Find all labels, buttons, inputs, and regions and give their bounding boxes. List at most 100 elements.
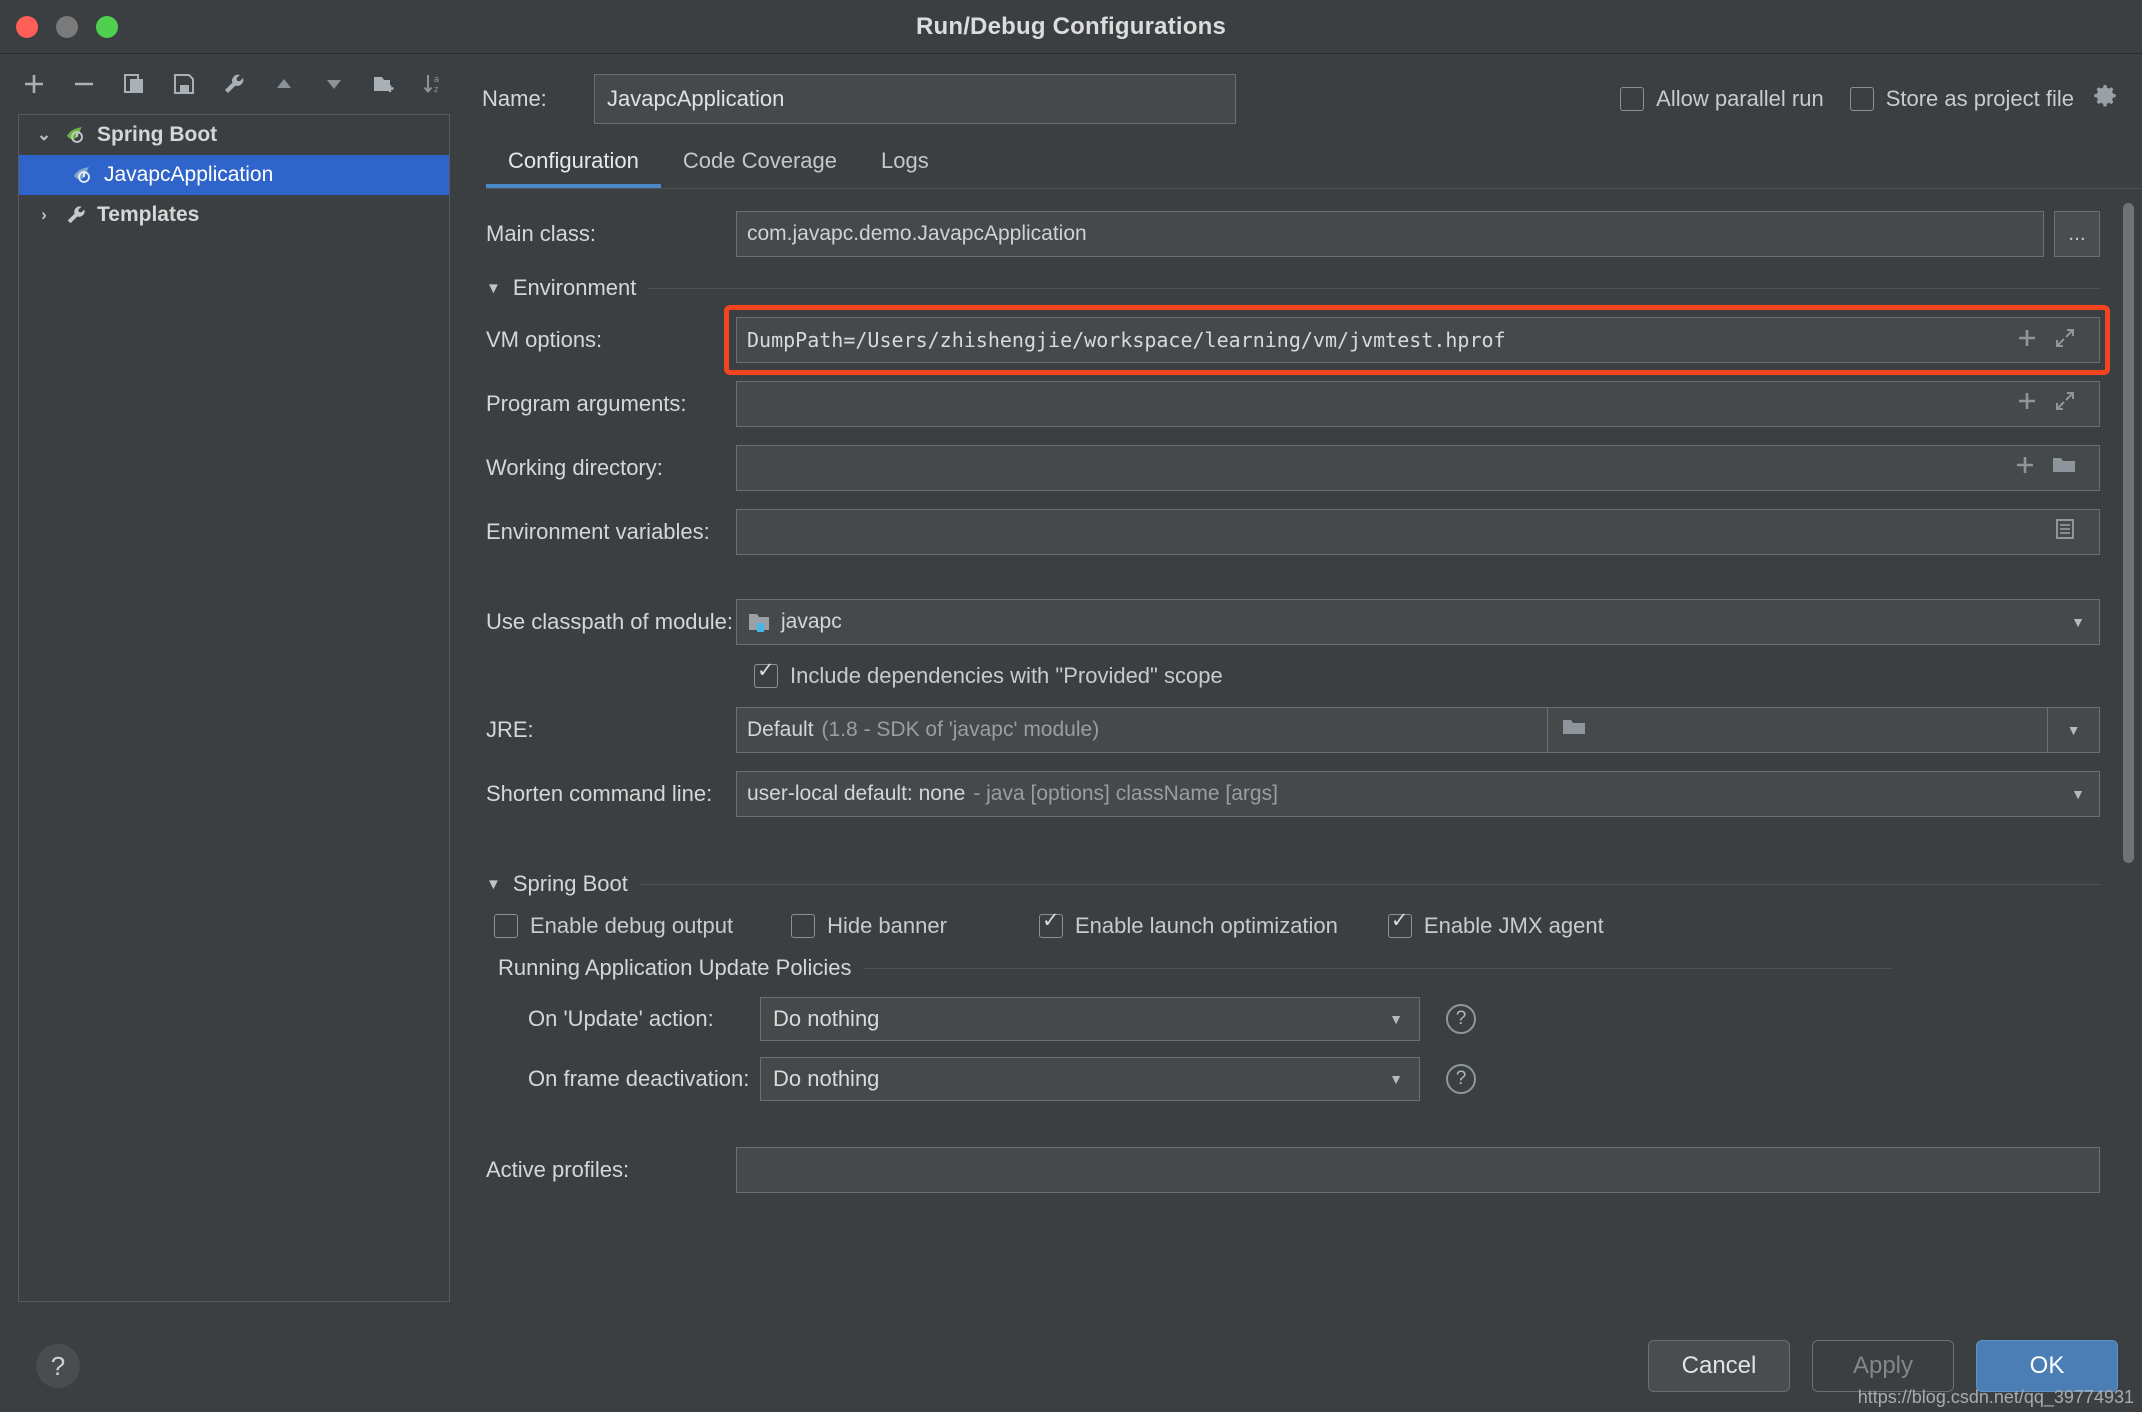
tree-node-templates[interactable]: › Templates [19, 195, 449, 235]
plus-icon[interactable] [2013, 453, 2037, 483]
configurations-tree[interactable]: ⌄ Spring Boot [18, 114, 450, 1302]
shorten-command-line-hint: - java [options] className [args] [973, 782, 1278, 806]
tab-logs[interactable]: Logs [859, 138, 951, 188]
edit-templates-button[interactable] [214, 64, 254, 104]
vm-options-row: VM options: DumpPath=/Users/zhishengjie/… [468, 317, 2142, 363]
checkbox-box [791, 914, 815, 938]
plus-icon[interactable] [2015, 389, 2039, 419]
gear-icon[interactable] [2092, 83, 2118, 115]
tree-node-javapcapplication[interactable]: JavapcApplication [19, 155, 449, 195]
apply-button[interactable]: Apply [1812, 1340, 1954, 1392]
scrollbar-thumb[interactable] [2123, 203, 2134, 863]
active-profiles-input[interactable] [736, 1147, 2100, 1193]
spring-boot-options-row: Enable debug output Hide banner Enable l… [468, 913, 2142, 939]
enable-jmx-agent-checkbox[interactable]: Enable JMX agent [1388, 913, 1604, 939]
move-up-button[interactable] [264, 64, 304, 104]
environment-section-header[interactable]: ▼ Environment [468, 275, 2142, 301]
chevron-down-icon[interactable]: ▼ [1389, 1011, 1419, 1027]
include-provided-scope-checkbox[interactable]: Include dependencies with "Provided" sco… [754, 663, 1223, 689]
on-frame-deactivation-select[interactable]: Do nothing ▼ [760, 1057, 1420, 1101]
name-input[interactable]: JavapcApplication [594, 74, 1236, 124]
plus-icon[interactable] [2015, 326, 2039, 355]
chevron-down-icon[interactable]: ▼ [2057, 614, 2099, 630]
checkbox-box [1388, 914, 1412, 938]
dialog-actions: Cancel Apply OK [1648, 1340, 2118, 1392]
store-as-project-file-checkbox[interactable]: Store as project file [1850, 83, 2118, 115]
main-class-label: Main class: [486, 221, 736, 247]
vm-options-input[interactable]: DumpPath=/Users/zhishengjie/workspace/le… [736, 317, 2100, 363]
on-update-action-label: On 'Update' action: [528, 1006, 760, 1032]
ok-button[interactable]: OK [1976, 1340, 2118, 1392]
chevron-down-icon[interactable]: ▼ [2057, 786, 2099, 802]
list-icon[interactable] [2053, 517, 2077, 547]
hide-banner-checkbox[interactable]: Hide banner [791, 913, 947, 939]
main-class-input[interactable]: com.javapc.demo.JavapcApplication [736, 211, 2044, 257]
copy-configuration-button[interactable] [114, 64, 154, 104]
zoom-window-button[interactable] [96, 16, 118, 38]
environment-variables-input[interactable] [736, 509, 2100, 555]
chevron-down-icon[interactable]: ⌄ [33, 125, 55, 145]
section-rule [640, 884, 2100, 885]
chevron-right-icon[interactable]: › [33, 205, 55, 225]
close-window-button[interactable] [16, 16, 38, 38]
tab-configuration[interactable]: Configuration [486, 138, 661, 188]
on-update-action-help-icon[interactable]: ? [1446, 1004, 1476, 1034]
module-icon [747, 611, 771, 633]
on-update-action-select[interactable]: Do nothing ▼ [760, 997, 1420, 1041]
jre-value: Default [747, 718, 814, 742]
new-folder-button[interactable] [364, 64, 404, 104]
name-row: Name: JavapcApplication Allow parallel r… [468, 54, 2142, 138]
main-class-row: Main class: com.javapc.demo.JavapcApplic… [468, 211, 2142, 257]
enable-debug-output-checkbox[interactable]: Enable debug output [494, 913, 733, 939]
folder-icon[interactable] [2051, 453, 2077, 483]
jre-browse-button[interactable] [1547, 708, 1599, 752]
jre-select[interactable]: Default (1.8 - SDK of 'javapc' module) ▼ [736, 707, 2100, 753]
tab-code-coverage[interactable]: Code Coverage [661, 138, 859, 188]
store-as-project-file-label: Store as project file [1886, 86, 2074, 112]
program-arguments-row: Program arguments: [468, 381, 2142, 427]
cancel-button[interactable]: Cancel [1648, 1340, 1790, 1392]
form-scrollbar[interactable] [2120, 203, 2136, 1308]
main-class-browse-button[interactable]: ... [2054, 211, 2100, 257]
allow-parallel-run-checkbox[interactable]: Allow parallel run [1620, 86, 1824, 112]
allow-parallel-run-label: Allow parallel run [1656, 86, 1824, 112]
program-arguments-input[interactable] [736, 381, 2100, 427]
configurations-toolbar: a z [0, 54, 468, 114]
configurations-pane: a z ⌄ Spring Boo [0, 54, 468, 1320]
add-configuration-button[interactable] [14, 64, 54, 104]
expand-icon[interactable] [2053, 326, 2077, 355]
save-configuration-button[interactable] [164, 64, 204, 104]
move-down-button[interactable] [314, 64, 354, 104]
tree-node-label: Spring Boot [97, 123, 217, 147]
svg-text:z: z [434, 84, 439, 94]
watermark-text: https://blog.csdn.net/qq_39774931 [1858, 1387, 2134, 1408]
minus-icon [71, 71, 97, 97]
shorten-command-line-label: Shorten command line: [486, 781, 736, 807]
header-options: Allow parallel run Store as project file [1620, 83, 2128, 115]
shorten-command-line-select[interactable]: user-local default: none - java [options… [736, 771, 2100, 817]
minimize-window-button[interactable] [56, 16, 78, 38]
chevron-down-icon[interactable]: ▼ [1389, 1071, 1419, 1087]
enable-launch-optimization-checkbox[interactable]: Enable launch optimization [1039, 913, 1338, 939]
use-classpath-of-module-select[interactable]: javapc ▼ [736, 599, 2100, 645]
enable-launch-optimization-label: Enable launch optimization [1075, 913, 1338, 939]
spring-boot-section-label: Spring Boot [513, 871, 628, 897]
jre-dropdown-button[interactable]: ▼ [2047, 708, 2099, 752]
spring-boot-icon [64, 123, 88, 147]
working-directory-input[interactable] [736, 445, 2100, 491]
help-button[interactable]: ? [36, 1344, 80, 1388]
on-update-action-row: On 'Update' action: Do nothing ▼ ? [468, 997, 2142, 1041]
on-frame-deactivation-help-icon[interactable]: ? [1446, 1064, 1476, 1094]
section-rule [648, 288, 2100, 289]
expand-icon[interactable] [2053, 389, 2077, 419]
spring-boot-section-header[interactable]: ▼ Spring Boot [468, 871, 2142, 897]
remove-configuration-button[interactable] [64, 64, 104, 104]
active-profiles-label: Active profiles: [486, 1157, 736, 1183]
sort-configurations-button[interactable]: a z [414, 64, 454, 104]
shorten-command-line-value: user-local default: none [747, 782, 965, 806]
dialog-body: a z ⌄ Spring Boo [0, 54, 2142, 1320]
enable-debug-output-label: Enable debug output [530, 913, 733, 939]
tree-node-spring-boot[interactable]: ⌄ Spring Boot [19, 115, 449, 155]
include-provided-scope-row: Include dependencies with "Provided" sco… [468, 663, 2142, 689]
configuration-editor-pane: Name: JavapcApplication Allow parallel r… [468, 54, 2142, 1320]
